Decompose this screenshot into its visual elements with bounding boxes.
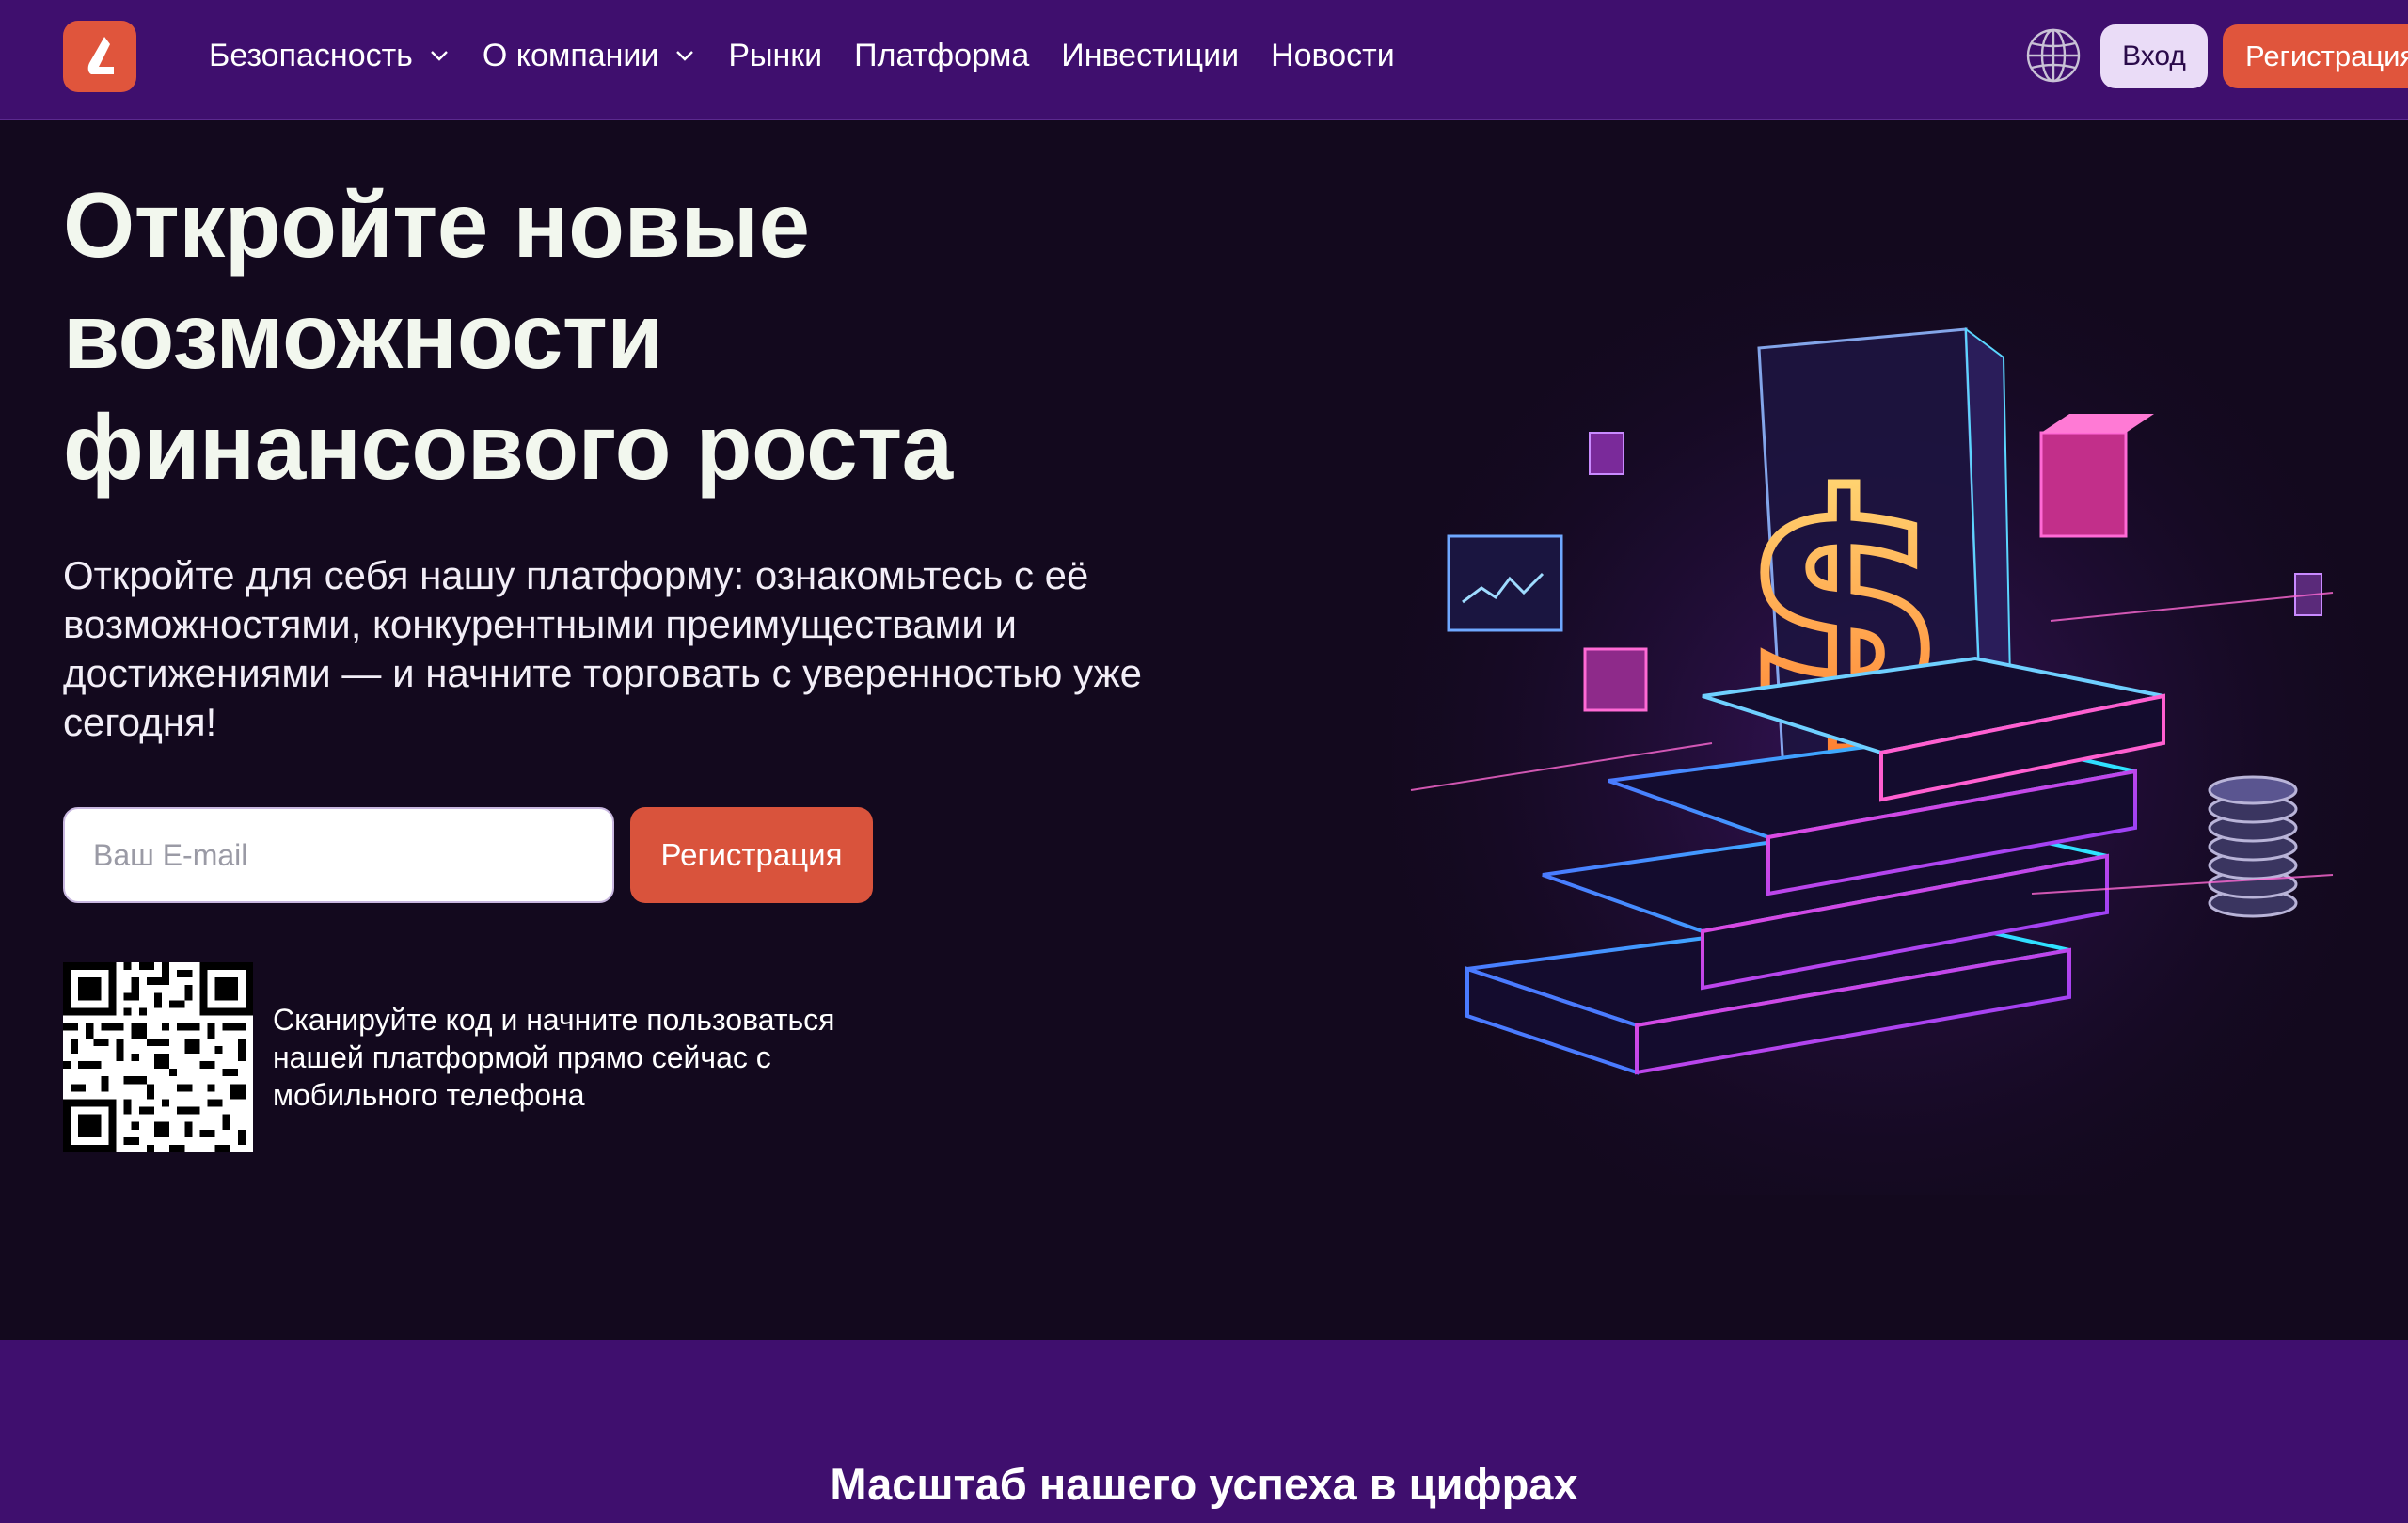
- nav-item-platform[interactable]: Платформа: [854, 38, 1029, 74]
- qr-code: [63, 962, 253, 1152]
- chevron-down-icon: [431, 51, 448, 61]
- nav-item-label: Платформа: [854, 37, 1030, 73]
- main-nav: Безопасность О компании Рынки Платформа …: [209, 0, 1427, 111]
- stats-title: Масштаб нашего успеха в цифрах: [830, 1459, 1578, 1509]
- email-field[interactable]: [63, 807, 614, 903]
- nav-item-markets[interactable]: Рынки: [728, 38, 822, 74]
- hero-subtitle: Откройте для себя нашу платформу: ознако…: [63, 553, 1143, 744]
- nav-item-label: Новости: [1271, 37, 1395, 73]
- logo-icon: [87, 37, 114, 74]
- nav-item-investments[interactable]: Инвестиции: [1061, 38, 1239, 74]
- nav-item-label: Безопасность: [209, 37, 413, 73]
- stats-section: Масштаб нашего успеха в цифрах: [0, 1340, 2408, 1523]
- top-navbar: Безопасность О компании Рынки Платформа …: [0, 0, 2408, 120]
- qr-caption: Сканируйте код и начните пользоваться на…: [273, 1003, 835, 1112]
- nav-item-about[interactable]: О компании: [483, 38, 697, 74]
- brand-logo[interactable]: [63, 21, 136, 92]
- nav-item-news[interactable]: Новости: [1271, 38, 1395, 74]
- hero-illustration: $: [1392, 216, 2370, 1195]
- globe-icon[interactable]: [2024, 26, 2083, 85]
- nav-item-label: О компании: [482, 37, 659, 73]
- nav-item-security[interactable]: Безопасность: [209, 38, 451, 74]
- nav-item-label: Инвестиции: [1061, 37, 1240, 73]
- login-button[interactable]: Вход: [2100, 24, 2208, 88]
- nav-item-label: Рынки: [728, 37, 823, 73]
- register-button-header[interactable]: Регистрация: [2223, 24, 2408, 88]
- hero-title: Откройте новые возможности финансового р…: [63, 173, 953, 499]
- hero-section: Откройте новые возможности финансового р…: [0, 122, 2408, 1340]
- register-button[interactable]: Регистрация: [630, 807, 873, 903]
- chevron-down-icon: [676, 51, 694, 61]
